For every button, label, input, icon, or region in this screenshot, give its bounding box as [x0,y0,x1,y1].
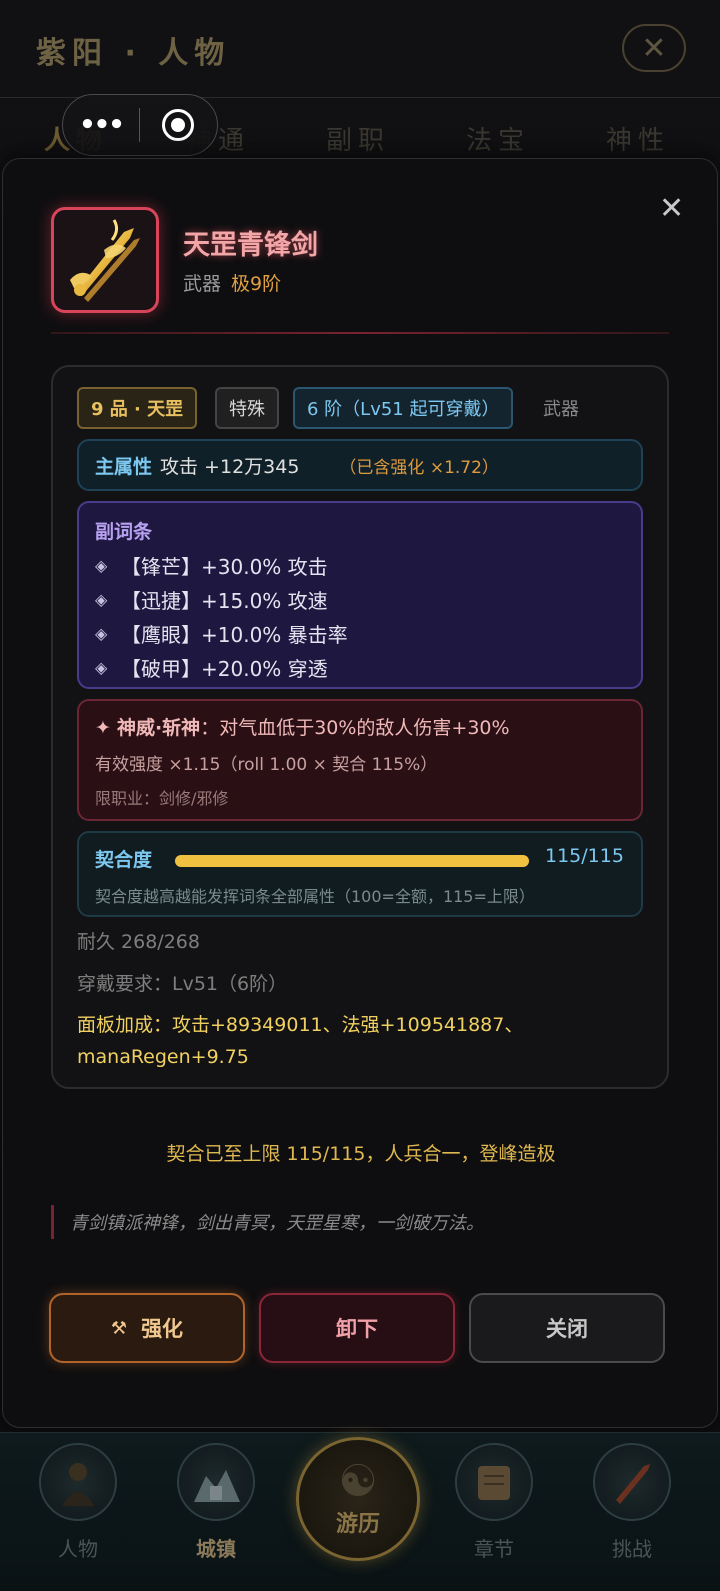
category-tag: 武器 [543,399,579,420]
item-name: 天罡青锋剑 [183,230,318,261]
item-subtitle: 武器 极9阶 [183,269,281,296]
nav-character[interactable]: 人物 [28,1443,128,1562]
close-icon: ✕ [659,191,685,226]
header-divider [51,332,669,334]
sub-attr-text: 【破甲】+20.0% 穿透 [121,656,328,681]
skill-name: 神威·斩神 [116,717,201,739]
capsule-divider [139,108,140,142]
sub-attr-line: ◈ 【锋芒】+30.0% 攻击 [95,548,625,582]
bottom-nav: 人物 城镇 ☯ 游历 章节 挑战 [0,1432,720,1591]
sub-attributes-box: 副词条 ◈ 【锋芒】+30.0% 攻击 ◈ 【迅捷】+15.0% 攻速 ◈ 【鹰眼】+… [77,501,643,689]
mini-program-capsule: ••• [62,94,218,156]
nav-chapter[interactable]: 章节 [444,1443,544,1562]
skill-restriction: 限职业：剑修/邪修 [95,789,229,808]
bond-label: 契合度 [95,849,153,871]
more-dots-icon[interactable]: ••• [63,110,139,140]
requirement: 穿戴要求：Lv51（6阶） [77,973,288,995]
hammer-icon: ⚒ [110,1317,128,1339]
unequip-button[interactable]: 卸下 [259,1293,455,1363]
panel-bonus: 面板加成：攻击+89349011、法强+109541887、manaRegen+… [77,1014,524,1068]
bond-progress-fill [175,855,529,867]
sub-attr-text: 【迅捷】+15.0% 攻速 [121,588,328,613]
character-icon [39,1443,117,1521]
nav-label: 挑战 [612,1537,652,1561]
sub-attr-line: ◈ 【迅捷】+15.0% 攻速 [95,582,625,616]
page-title: 紫阳 · 人物 [36,36,231,71]
tab-treasure[interactable]: 法宝 [466,120,530,157]
enhance-button[interactable]: ⚒ 强化 [49,1293,245,1363]
sub-attr-line: ◈ 【鹰眼】+10.0% 暴击率 [95,616,625,650]
nav-town[interactable]: 城镇 [166,1443,266,1562]
item-quote: 青剑镇派神锋，剑出青冥，天罡星寒，一剑破万法。 [51,1205,484,1239]
blade-icon [593,1443,671,1521]
special-skill-box: ✦ 神威·斩神：对气血低于30%的敌人伤害+30% 有效强度 ×1.15（rol… [77,699,643,821]
header-close-button[interactable]: ✕ [622,24,686,72]
level-tag: 6 阶（Lv51 起可穿戴） [293,387,514,429]
item-detail-card: 9 品 · 天罡 特殊 6 阶（Lv51 起可穿戴） 武器 主属性 攻击 +12… [51,365,669,1089]
main-attr-value: 攻击 +12万345 [160,455,300,478]
limit-message: 契合已至上限 115/115，人兵合一，登峰造极 [166,1143,556,1165]
nav-travel[interactable]: ☯ 游历 [296,1437,420,1561]
town-icon [177,1443,255,1521]
modal-close-button[interactable]: ✕ [659,191,684,226]
sub-attr-title: 副词条 [95,521,153,543]
scroll-icon [455,1443,533,1521]
nav-label: 游历 [335,1512,380,1537]
diamond-icon: ◈ [95,623,108,643]
item-type: 武器 [183,273,222,295]
skill-desc: ：对气血低于30%的敌人伤害+30% [200,717,510,739]
item-detail-modal: ✕ 天罡青锋剑 武器 极9阶 9 品 · 天罡 特殊 6 阶（Lv51 起可穿戴） [2,158,718,1428]
grade-tag: 9 品 · 天罡 [77,387,198,429]
skill-title: ✦ 神威·斩神：对气血低于30%的敌人伤害+30% [95,713,625,740]
diamond-icon: ◈ [95,657,108,677]
tab-subjob[interactable]: 副职 [326,120,390,157]
durability: 耐久 268/268 [77,931,200,953]
bond-desc: 契合度越高越能发挥词条全部属性（100=全额，115=上限） [95,887,535,906]
skill-strength: 有效强度 ×1.15（roll 1.00 × 契合 115%） [95,755,438,775]
bond-value: 115/115 [545,845,624,867]
sub-attr-text: 【锋芒】+30.0% 攻击 [121,554,328,579]
main-attribute: 主属性 攻击 +12万345 （已含强化 ×1.72） [77,439,643,491]
item-icon-frame [51,207,159,313]
nav-label: 章节 [474,1537,514,1561]
nav-challenge[interactable]: 挑战 [582,1443,682,1562]
diamond-icon: ◈ [95,555,108,575]
diamond-icon: ◈ [95,589,108,609]
target-icon[interactable] [162,109,194,141]
item-tier: 极9阶 [231,273,282,295]
sword-icon [70,219,140,302]
close-icon: ✕ [641,30,667,66]
bond-box: 契合度 115/115 契合度越高越能发挥词条全部属性（100=全额，115=上… [77,831,643,917]
main-attr-label: 主属性 [95,455,153,478]
main-attr-note: （已含强化 ×1.72） [339,457,499,478]
nav-label: 城镇 [196,1537,236,1561]
yin-yang-icon: ☯ [338,1456,378,1507]
page-header: 紫阳 · 人物 ✕ [0,0,720,98]
sub-attr-line: ◈ 【破甲】+20.0% 穿透 [95,650,625,684]
sub-attr-text: 【鹰眼】+10.0% 暴击率 [121,622,348,647]
sparkle-icon: ✦ [95,717,111,739]
tab-divinity[interactable]: 神性 [606,120,670,157]
close-button[interactable]: 关闭 [469,1293,665,1363]
bond-progress-bar [175,855,529,867]
nav-label: 人物 [58,1537,98,1561]
special-tag: 特殊 [215,387,279,429]
enhance-label: 强化 [141,1317,184,1341]
